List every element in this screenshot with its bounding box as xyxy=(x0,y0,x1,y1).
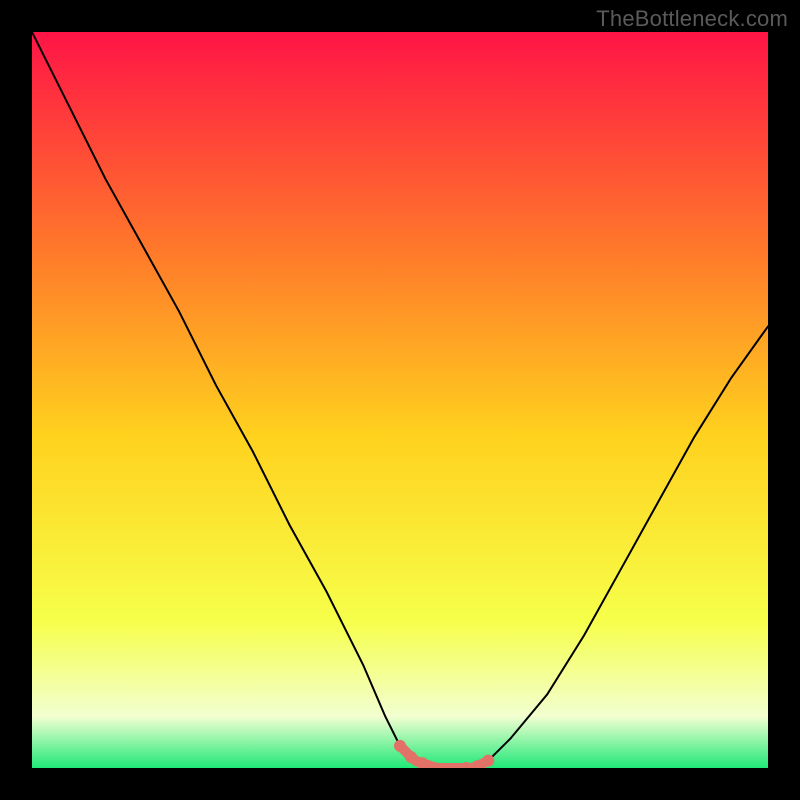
highlight-dot xyxy=(405,751,417,763)
gradient-background xyxy=(32,32,768,768)
plot-svg xyxy=(32,32,768,768)
highlight-dot xyxy=(482,755,494,767)
highlight-dot xyxy=(394,740,406,752)
plot-area xyxy=(32,32,768,768)
chart-frame: TheBottleneck.com xyxy=(0,0,800,800)
watermark-text: TheBottleneck.com xyxy=(596,6,788,32)
